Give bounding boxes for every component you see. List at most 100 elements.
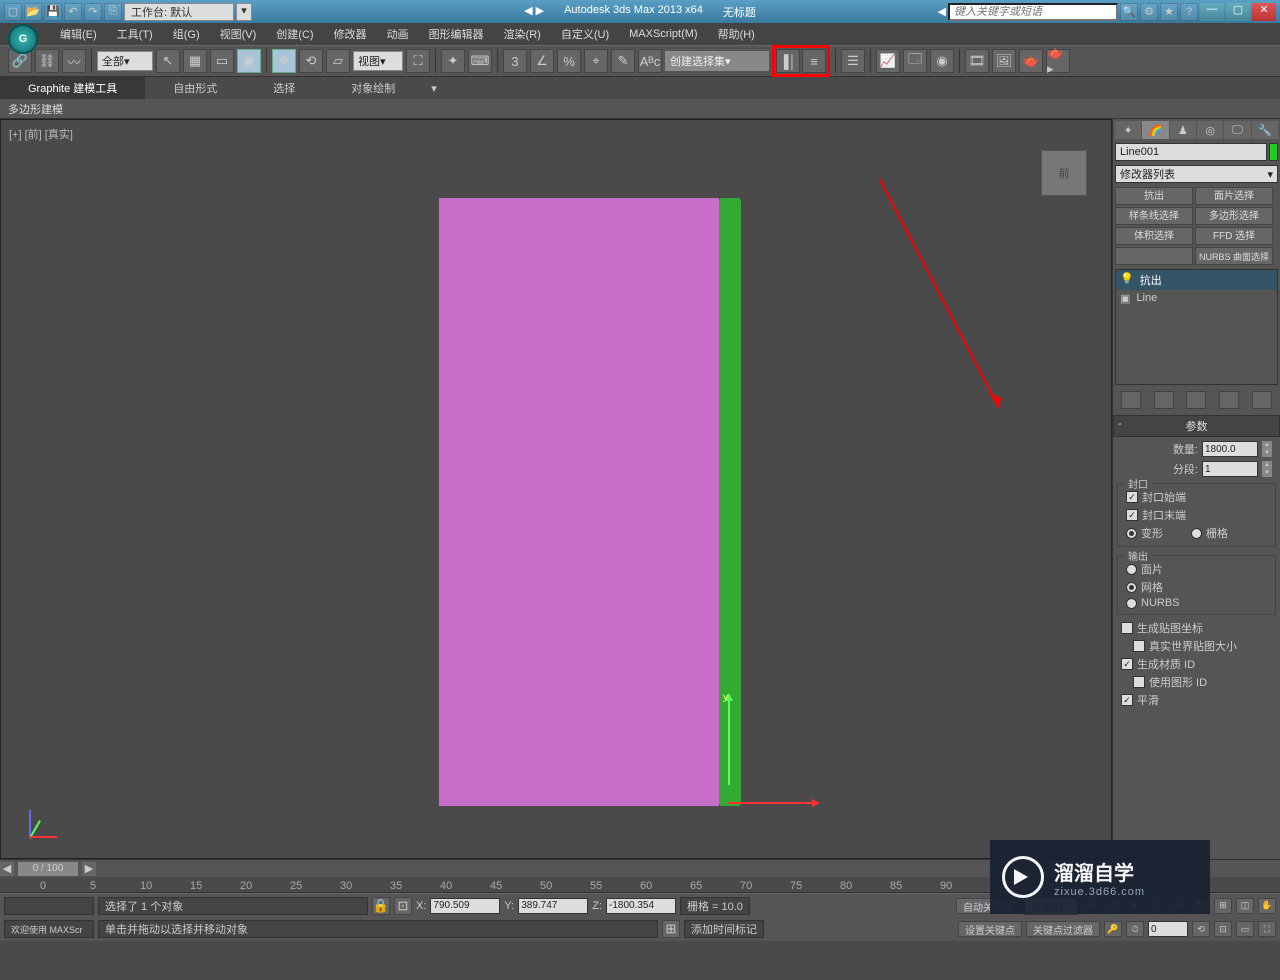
setkey-button[interactable]: 设置关键点	[958, 921, 1022, 937]
lock-selection-icon[interactable]: 🔒	[372, 897, 390, 915]
unlink-icon[interactable]: ⛓	[35, 49, 59, 73]
tab-motion-icon[interactable]: ◎	[1197, 121, 1223, 139]
help-icon[interactable]: ?	[1180, 3, 1198, 21]
bulb-icon[interactable]: 💡	[1120, 272, 1134, 288]
menu-modifiers[interactable]: 修改器	[324, 23, 377, 45]
z-input[interactable]	[606, 898, 676, 914]
curve-editor-icon[interactable]: 📈	[876, 49, 900, 73]
pivot-icon[interactable]: ⛶	[406, 49, 430, 73]
schematic-icon[interactable]: 🗔	[903, 49, 927, 73]
menu-animation[interactable]: 动画	[377, 23, 419, 45]
redo-icon[interactable]: ↷	[84, 3, 102, 21]
search-icon[interactable]: 🔍	[1120, 3, 1138, 21]
render-prod-icon[interactable]: 🫖▸	[1046, 49, 1070, 73]
tab-selection[interactable]: 选择	[245, 77, 323, 99]
tab-display-icon[interactable]: 🖵	[1224, 121, 1250, 139]
line-object[interactable]	[719, 198, 741, 806]
viewport-label[interactable]: [+] [前] [真实]	[9, 126, 73, 142]
render-setup-icon[interactable]: 🎞	[965, 49, 989, 73]
select-icon[interactable]: ↖	[156, 49, 180, 73]
star-icon[interactable]: ★	[1160, 3, 1178, 21]
close-button[interactable]: ✕	[1252, 3, 1276, 21]
modifier-stack[interactable]: 💡抗出 ▣Line	[1115, 269, 1278, 385]
select-name-icon[interactable]: ▦	[183, 49, 207, 73]
nav-zoomall-icon[interactable]: ⊞	[1214, 898, 1232, 914]
nav-maximize-icon[interactable]: ⛶	[1258, 921, 1276, 937]
keyboard-icon[interactable]: ⌨	[468, 49, 492, 73]
pin-stack-icon[interactable]	[1121, 391, 1141, 409]
segments-spinner[interactable]: ▲▼	[1262, 461, 1272, 477]
menu-grapheditors[interactable]: 图形编辑器	[419, 23, 494, 45]
prev-frame-icon[interactable]: ◀	[0, 862, 14, 876]
nav-zoomext-icon[interactable]: ⊡	[1214, 921, 1232, 937]
menu-help[interactable]: 帮助(H)	[708, 23, 765, 45]
isolate-icon[interactable]: ⊡	[394, 897, 412, 915]
nurbs-radio[interactable]	[1126, 598, 1137, 609]
angle-snap-icon[interactable]: ∠	[530, 49, 554, 73]
tab-utilities-icon[interactable]: 🔧	[1252, 121, 1278, 139]
nav-pan-icon[interactable]: ✋	[1258, 898, 1276, 914]
render-icon[interactable]: 🫖	[1019, 49, 1043, 73]
nav-region-icon[interactable]: ▭	[1236, 921, 1254, 937]
stack-item-line[interactable]: ▣Line	[1116, 290, 1277, 307]
extruded-object[interactable]	[439, 198, 719, 806]
show-end-icon[interactable]	[1154, 391, 1174, 409]
menu-group[interactable]: 组(G)	[163, 23, 210, 45]
mod-btn-splinesel[interactable]: 样条线选择	[1115, 207, 1193, 225]
snap-3-icon[interactable]: 3	[503, 49, 527, 73]
mod-btn-extrude[interactable]: 抗出	[1115, 187, 1193, 205]
new-icon[interactable]: ▢	[4, 3, 22, 21]
grid-radio[interactable]	[1191, 528, 1202, 539]
modifier-list-dropdown[interactable]: 修改器列表▾	[1115, 165, 1278, 183]
amount-input[interactable]	[1202, 441, 1258, 457]
smooth-checkbox[interactable]: ✓	[1121, 694, 1133, 706]
mod-btn-polysel[interactable]: 多边形选择	[1195, 207, 1273, 225]
mod-btn-empty[interactable]	[1115, 247, 1193, 265]
real-map-checkbox[interactable]	[1133, 640, 1145, 652]
open-icon[interactable]: 📂	[24, 3, 42, 21]
segments-input[interactable]	[1202, 461, 1258, 477]
nav-orbit-icon[interactable]: ⟲	[1192, 921, 1210, 937]
key-mode-icon[interactable]: 🔑	[1104, 921, 1122, 937]
patch-radio[interactable]	[1126, 564, 1137, 575]
add-time-tag[interactable]: 添加时间标记	[684, 920, 764, 938]
named-selset-dropdown[interactable]: 创建选择集 ▾	[665, 51, 769, 71]
keyfilter-button[interactable]: 关键点过滤器	[1026, 921, 1100, 937]
x-input[interactable]	[430, 898, 500, 914]
rollout-parameters[interactable]: -参数	[1113, 415, 1280, 437]
workspace-dropdown[interactable]: 工作台: 默认	[124, 3, 234, 21]
nav-fov-icon[interactable]: ◫	[1236, 898, 1254, 914]
menu-create[interactable]: 创建(C)	[266, 23, 323, 45]
morph-radio[interactable]	[1126, 528, 1137, 539]
named-selset-icon[interactable]: Aᴮᴄ	[638, 49, 662, 73]
object-name-input[interactable]	[1115, 143, 1267, 161]
mod-btn-ffdsel[interactable]: FFD 选择	[1195, 227, 1273, 245]
window-crossing-icon[interactable]: ▣	[237, 49, 261, 73]
time-config-icon[interactable]: ⏱	[1126, 921, 1144, 937]
layers-icon[interactable]: ☰	[841, 49, 865, 73]
ref-coord-dropdown[interactable]: 视图 ▾	[353, 51, 403, 71]
cap-end-checkbox[interactable]: ✓	[1126, 509, 1138, 521]
time-slider-handle[interactable]: 0 / 100	[18, 862, 78, 876]
maximize-button[interactable]: ▢	[1226, 3, 1250, 21]
config-sets-icon[interactable]	[1252, 391, 1272, 409]
frame-input[interactable]	[1148, 921, 1188, 937]
script-listener[interactable]	[4, 897, 94, 915]
doc-nav-icon[interactable]: ◀ ▶	[524, 4, 544, 20]
mesh-radio[interactable]	[1126, 582, 1137, 593]
next-frame-icon[interactable]: ▶	[82, 862, 96, 876]
gen-map-checkbox[interactable]	[1121, 622, 1133, 634]
cap-start-checkbox[interactable]: ✓	[1126, 491, 1138, 503]
time-tag-icon[interactable]: ⊞	[662, 920, 680, 938]
save-icon[interactable]: 💾	[44, 3, 62, 21]
tab-create-icon[interactable]: ✦	[1115, 121, 1141, 139]
spinner-snap-icon[interactable]: ⌖	[584, 49, 608, 73]
scale-icon[interactable]: ▱	[326, 49, 350, 73]
object-color-swatch[interactable]	[1269, 143, 1278, 161]
link-icon[interactable]: ⎘	[104, 3, 122, 21]
stack-item-extrude[interactable]: 💡抗出	[1116, 270, 1277, 290]
mod-btn-nurbs[interactable]: NURBS 曲面选择	[1195, 247, 1273, 265]
info-prev-icon[interactable]: ◀	[938, 5, 946, 18]
unique-icon[interactable]	[1186, 391, 1206, 409]
menu-tools[interactable]: 工具(T)	[107, 23, 163, 45]
